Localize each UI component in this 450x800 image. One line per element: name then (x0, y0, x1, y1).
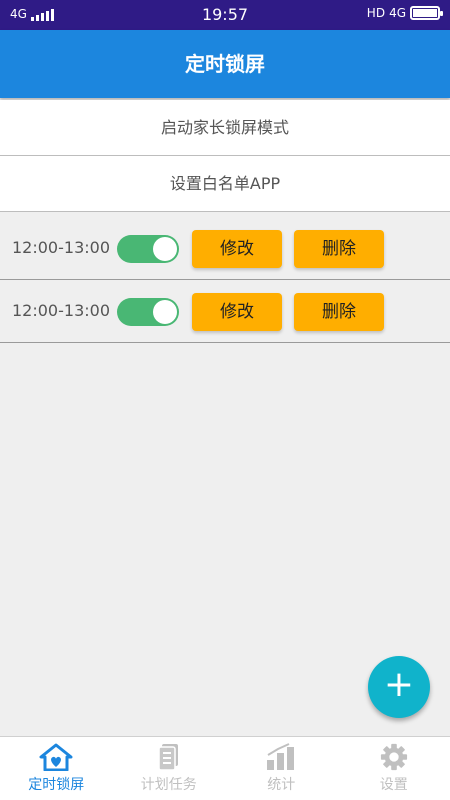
toggle-knob (153, 237, 177, 261)
status-right: HD 4G (366, 6, 443, 20)
nav-label: 定时锁屏 (28, 777, 85, 793)
delete-button[interactable]: 删除 (294, 293, 384, 331)
nav-label: 设置 (379, 777, 408, 793)
whitelist-app-button[interactable]: 设置白名单APP (0, 156, 450, 212)
status-bar: 4G 19:57 HD 4G (0, 0, 450, 30)
add-schedule-button[interactable]: + (368, 656, 430, 718)
page-title: 定时锁屏 (0, 30, 450, 98)
schedule-toggle[interactable] (117, 235, 179, 263)
nav-item-statistics[interactable]: 统计 (225, 737, 338, 800)
nav-label: 计划任务 (140, 777, 197, 793)
bottom-nav: 定时锁屏 计划任务 统计 设置 (0, 736, 450, 800)
home-heart-icon (39, 743, 73, 771)
edit-button[interactable]: 修改 (192, 293, 282, 331)
gear-icon (380, 743, 407, 771)
hd-indicator: HD (366, 6, 386, 20)
schedule-time-range: 12:00-13:00 (12, 301, 110, 320)
parent-lock-mode-button[interactable]: 启动家长锁屏模式 (0, 100, 450, 156)
nav-label: 统计 (267, 777, 296, 793)
network-type-right: 4G (389, 6, 406, 20)
battery-icon (410, 6, 443, 20)
bar-chart-icon (267, 743, 295, 770)
edit-button[interactable]: 修改 (192, 230, 282, 268)
schedule-toggle[interactable] (117, 298, 179, 326)
nav-item-plan-tasks[interactable]: 计划任务 (113, 737, 226, 800)
toggle-knob (153, 300, 177, 324)
schedule-time-range: 12:00-13:00 (12, 238, 110, 257)
nav-item-timed-lock[interactable]: 定时锁屏 (0, 737, 113, 800)
document-icon (158, 744, 178, 771)
schedule-row: 12:00-13:00 修改 删除 (0, 281, 450, 343)
delete-button[interactable]: 删除 (294, 230, 384, 268)
schedule-row: 12:00-13:00 修改 删除 (0, 218, 450, 280)
nav-item-settings[interactable]: 设置 (338, 737, 450, 800)
plus-icon: + (383, 664, 415, 705)
